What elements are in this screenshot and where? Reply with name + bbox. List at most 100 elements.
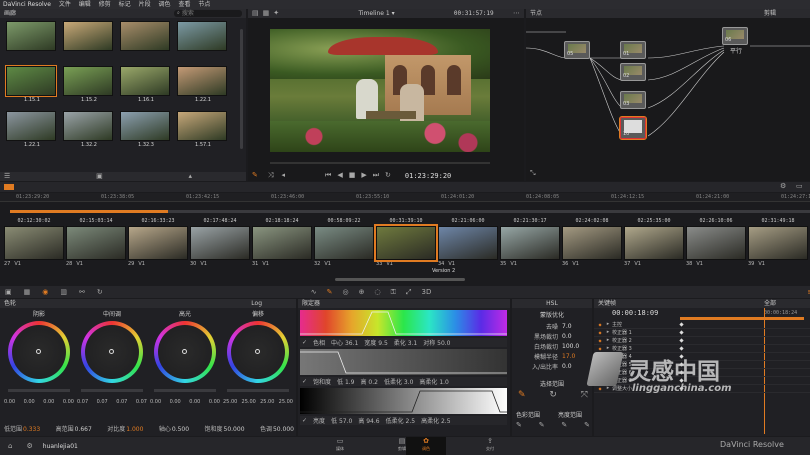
keyframe-track[interactable]: ◆ ▸ 校正器 2 xyxy=(594,337,810,345)
timeline-clip[interactable]: 00:31:39:10 33 V1 xyxy=(374,218,438,274)
timeline-clip[interactable]: 02:24:02:08 36 V1 xyxy=(562,218,622,274)
node-expand-icon[interactable]: ⤡ xyxy=(530,169,536,178)
gallery-still[interactable]: 1.15.2 xyxy=(63,66,115,108)
timeline-clip[interactable]: 02:25:35:00 37 V1 xyxy=(624,218,684,274)
wheel-ring[interactable] xyxy=(154,321,216,383)
page-media[interactable]: ▭ 媒体 xyxy=(310,437,370,455)
timeline-menu-icon[interactable]: ▭ xyxy=(796,182,803,191)
play-icon[interactable]: ▶ xyxy=(361,171,366,180)
qualifier-icon[interactable]: ✎ xyxy=(327,288,333,297)
keyframe-dot[interactable] xyxy=(679,330,684,335)
wheel-footer-item[interactable]: 轴心0.500 xyxy=(159,424,189,433)
eyedropper-icon[interactable]: ✎ xyxy=(252,171,258,180)
gallery-still[interactable]: 1.57.1 xyxy=(177,111,229,153)
gallery-still[interactable]: 1.22.1 xyxy=(177,66,229,108)
gallery-still[interactable]: 1.32.2 xyxy=(63,111,115,153)
sat-range-curve[interactable] xyxy=(300,349,507,375)
loop-icon[interactable]: ↻ xyxy=(385,171,391,180)
magic-icon[interactable]: ✦ xyxy=(273,9,279,18)
motion-icon[interactable]: ↻ xyxy=(97,288,103,297)
matte-finesse-row[interactable]: 黑场裁切 0.0 xyxy=(512,331,592,341)
invert-icon[interactable]: ↻ xyxy=(549,391,557,400)
menu-edit[interactable]: 编辑 xyxy=(79,1,91,8)
last-frame-icon[interactable]: ⏭ xyxy=(373,171,379,180)
node-06[interactable]: 06 xyxy=(722,27,748,45)
color-wheels-icon[interactable]: ◉ xyxy=(42,288,48,297)
matte-finesse-row[interactable]: 白场裁切 100.0 xyxy=(512,341,592,351)
gallery-still[interactable]: 1.22.1 xyxy=(6,111,58,153)
wheel-ring[interactable] xyxy=(81,321,143,383)
wheel-value[interactable]: 0.00 xyxy=(63,399,74,405)
3d-icon[interactable]: 3D xyxy=(422,288,432,297)
menu-file[interactable]: 文件 xyxy=(59,1,71,8)
matte-finesse-row[interactable]: 去噪 7.0 xyxy=(512,321,592,331)
wheel-value[interactable]: 25.00 xyxy=(242,399,256,405)
timeline-clip[interactable]: 02:26:10:06 38 V1 xyxy=(686,218,746,274)
timeline-clip[interactable]: 02:16:33:23 29 V1 xyxy=(128,218,188,274)
camera-raw-icon[interactable]: ▣ xyxy=(5,288,12,297)
node-02[interactable]: 02 xyxy=(620,63,646,81)
keyframes-mode[interactable]: 全部 xyxy=(764,299,776,308)
wheel-footer-item[interactable]: 色调50.000 xyxy=(260,424,294,433)
wheel-value[interactable]: 0.00 xyxy=(4,399,15,405)
keyframe-track[interactable]: ◆ ▸ 主控 xyxy=(594,321,810,329)
keyframe-dot[interactable] xyxy=(679,322,684,327)
gallery-still[interactable]: 1.15.1 xyxy=(5,65,58,108)
lum-range-curve[interactable] xyxy=(300,388,507,414)
wheel-value[interactable]: 0.07 xyxy=(136,399,147,405)
wheel-master-slider[interactable] xyxy=(8,389,70,392)
gallery-search[interactable]: ⌕ 搜索 xyxy=(174,10,242,17)
shuffle-icon[interactable]: ⤨ xyxy=(268,171,274,180)
matte-finesse-row[interactable]: 入/出比率 0.0 xyxy=(512,361,592,371)
add-luma-icon[interactable]: ✎ xyxy=(561,421,567,430)
hue-checkbox[interactable]: ✓ xyxy=(302,339,307,346)
timeline-clip[interactable]: 02:15:03:14 28 V1 xyxy=(66,218,126,274)
node-03[interactable]: 03 xyxy=(620,91,646,109)
wheel-center-knob[interactable] xyxy=(109,349,114,354)
wheel-value[interactable]: 0.00 xyxy=(43,399,54,405)
curves-icon[interactable]: ∿ xyxy=(311,288,317,297)
node-01[interactable]: 01 xyxy=(620,41,646,59)
menu-view[interactable]: 查看 xyxy=(178,1,190,8)
settings-icon[interactable]: ⚙ xyxy=(780,182,786,191)
wheel-center-knob[interactable] xyxy=(255,349,260,354)
matte-finesse-row[interactable]: 模糊半径 17.0 xyxy=(512,351,592,361)
viewer-mode-icon[interactable]: ▤ xyxy=(252,9,259,18)
wheel-value[interactable]: 25.00 xyxy=(223,399,237,405)
node-05[interactable]: 05 xyxy=(564,41,590,59)
home-icon[interactable]: ⌂ xyxy=(8,442,12,451)
wheel-footer-item[interactable]: 高范围0.667 xyxy=(56,424,92,433)
sub-luma-icon[interactable]: ✎ xyxy=(584,421,590,430)
grid-icon[interactable]: ▦ xyxy=(263,9,270,18)
primaries-bars-icon[interactable]: ▥ xyxy=(60,288,67,297)
keyframe-track[interactable]: ◆ ▸ 校正器 1 xyxy=(594,329,810,337)
timeline-clip[interactable]: 00:58:09:22 32 V1 xyxy=(314,218,374,274)
wheel-value[interactable]: 25.00 xyxy=(260,399,274,405)
wheel-value[interactable]: 0.07 xyxy=(77,399,88,405)
gallery-still[interactable]: 1.32.3 xyxy=(120,111,172,153)
page-deliver[interactable]: ⇪ 交付 xyxy=(460,437,520,455)
wheel-value[interactable]: 0.00 xyxy=(24,399,35,405)
menu-clip[interactable]: 片段 xyxy=(139,1,151,8)
keyframe-dot[interactable] xyxy=(679,338,684,343)
first-frame-icon[interactable]: ⏮ xyxy=(325,171,331,180)
node-10-selected[interactable]: 10 xyxy=(619,116,647,140)
key-icon[interactable]: ⚿ xyxy=(391,288,396,297)
lum-checkbox[interactable]: ✓ xyxy=(302,417,307,424)
wheel-master-slider[interactable] xyxy=(227,389,289,392)
triangle-icon[interactable]: ▴ xyxy=(188,172,192,181)
timeline-clip[interactable]: 02:18:18:24 31 V1 xyxy=(252,218,312,274)
menu-color[interactable]: 调色 xyxy=(159,1,171,8)
rgb-mixer-icon[interactable]: ⚯ xyxy=(79,288,85,297)
sub-color-icon[interactable]: ✎ xyxy=(539,421,545,430)
hue-range-curve[interactable] xyxy=(300,310,507,336)
timeline-name[interactable]: Timeline 1 ▾ xyxy=(358,9,394,18)
menu-trim[interactable]: 修剪 xyxy=(99,1,111,8)
window-icon[interactable]: ◎ xyxy=(342,288,348,297)
viewer-menu-icon[interactable]: ⋯ xyxy=(513,9,520,18)
wheel-value[interactable]: 0.07 xyxy=(97,399,108,405)
rewind-icon[interactable]: ◀ xyxy=(337,171,342,180)
wheel-value[interactable]: 0.00 xyxy=(189,399,200,405)
timeline-clip[interactable]: 02:12:30:02 27 V1 xyxy=(4,218,64,274)
page-color[interactable]: ✿ 调色 xyxy=(406,437,446,455)
